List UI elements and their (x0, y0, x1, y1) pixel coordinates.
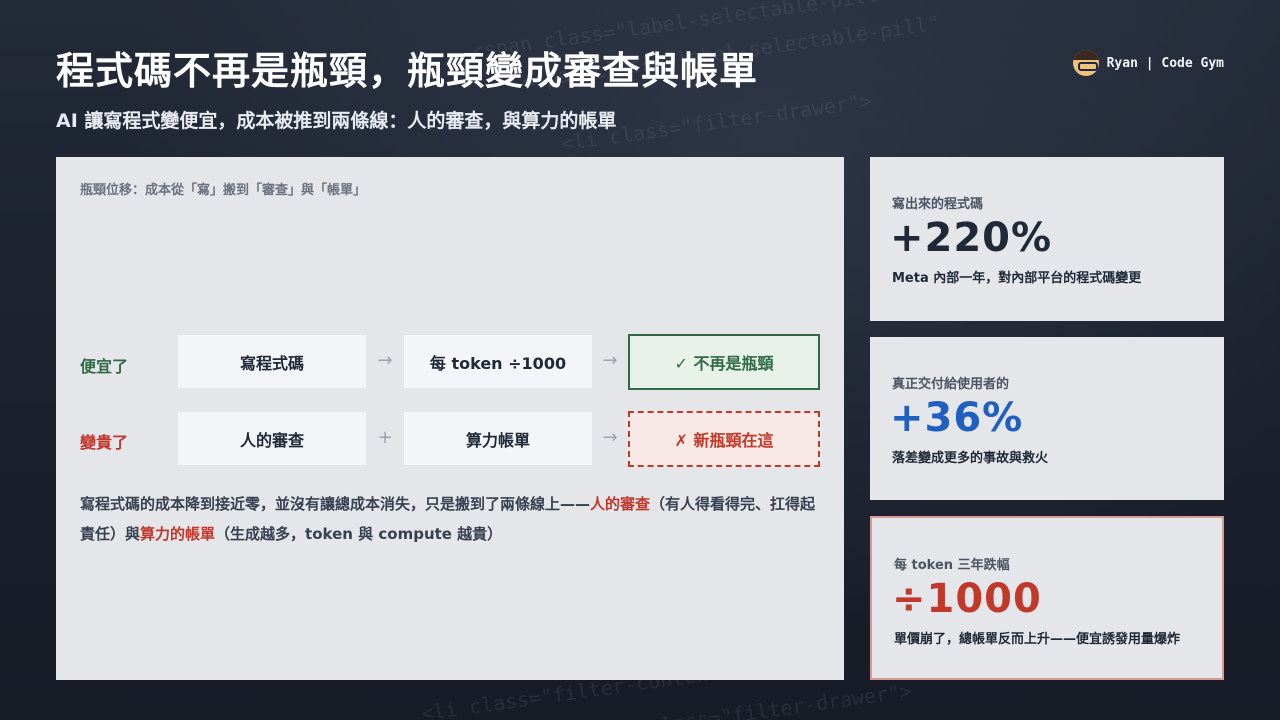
row-label-pricier: 變貴了 (80, 433, 129, 452)
stat-card-token-price: 每 token 三年跌幅 ÷1000 單價崩了，總帳單反而上升——便宜誘發用量爆… (870, 516, 1224, 680)
stat-card-code-written: 寫出來的程式碼 +220% Meta 內部一年，對內部平台的程式碼變更 (870, 157, 1224, 321)
flow-box-compute-bill: 算力帳單 (404, 412, 592, 465)
stat-value: +36% (890, 395, 1024, 441)
flow-box-write-code: 寫程式碼 (178, 335, 366, 388)
note-text: （生成越多，token 與 compute 越貴） (215, 525, 503, 543)
arrow-right-icon: → (602, 350, 618, 371)
stat-value: ÷1000 (892, 576, 1042, 622)
stat-value: +220% (890, 215, 1053, 261)
flow-box-human-review: 人的審查 (178, 412, 366, 465)
stat-description: Meta 內部一年，對內部平台的程式碼變更 (892, 271, 1142, 286)
flow-box-new-bottleneck: ✗ 新瓶頸在這 (628, 411, 820, 467)
card-caption: 瓶頸位移：成本從「寫」搬到「審查」與「帳單」 (80, 183, 367, 198)
plus-icon: + (377, 427, 393, 448)
stat-label: 真正交付給使用者的 (892, 377, 1010, 392)
stat-card-delivered: 真正交付給使用者的 +36% 落差變成更多的事故與救火 (870, 337, 1224, 500)
brand: Ryan | Code Gym (1072, 50, 1224, 76)
arrow-right-icon: → (602, 427, 618, 448)
stat-label: 寫出來的程式碼 (892, 197, 984, 212)
page-subtitle: AI 讓寫程式變便宜，成本被推到兩條線：人的審查，與算力的帳單 (56, 110, 617, 132)
explanation-note: 寫程式碼的成本降到接近零，並沒有讓總成本消失，只是搬到了兩條線上——人的審查（有… (80, 489, 820, 549)
arrow-right-icon: → (377, 350, 393, 371)
flow-box-not-bottleneck: ✓ 不再是瓶頸 (628, 334, 820, 390)
bottleneck-card: 瓶頸位移：成本從「寫」搬到「審查」與「帳單」 便宜了 寫程式碼 → 每 toke… (56, 157, 844, 680)
page-title: 程式碼不再是瓶頸，瓶頸變成審查與帳單 (56, 49, 759, 93)
stat-label: 每 token 三年跌幅 (894, 558, 1010, 573)
note-highlight-review: 人的審查 (590, 495, 651, 513)
stat-description: 落差變成更多的事故與救火 (892, 451, 1049, 466)
stat-description: 單價崩了，總帳單反而上升——便宜誘發用量爆炸 (894, 632, 1181, 647)
brand-label: Ryan | Code Gym (1106, 55, 1224, 71)
row-label-cheaper: 便宜了 (80, 357, 129, 376)
flow-box-token-price: 每 token ÷1000 (404, 335, 592, 388)
note-text: 寫程式碼的成本降到接近零，並沒有讓總成本消失，只是搬到了兩條線上—— (80, 495, 591, 513)
avatar-icon (1072, 50, 1099, 76)
note-highlight-bill: 算力的帳單 (140, 525, 216, 543)
